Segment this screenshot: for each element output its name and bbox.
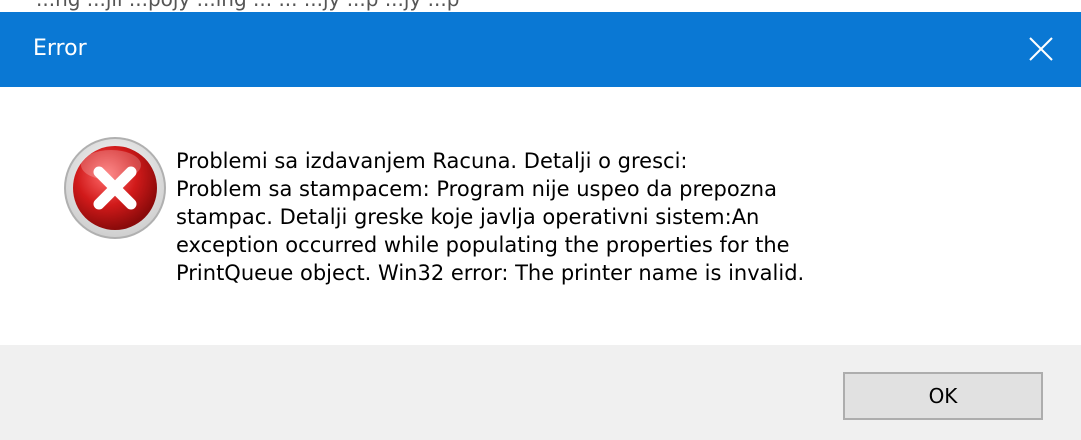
background-window-strip: ...ng ...jil ...pojy ...lng ... ... ...j… xyxy=(0,0,1081,12)
background-window-text: ...ng ...jil ...pojy ...lng ... ... ...j… xyxy=(36,0,459,11)
close-icon xyxy=(1029,37,1053,61)
message-line: Problemi sa izdavanjem Racuna. Detalji o… xyxy=(176,149,688,173)
message-line: Problem sa stampacem: Program nije uspeo… xyxy=(176,177,777,201)
dialog-titlebar[interactable]: Error xyxy=(0,12,1081,87)
screen: ...ng ...jil ...pojy ...lng ... ... ...j… xyxy=(0,0,1081,440)
dialog-footer: OK xyxy=(0,345,1081,440)
message-line: PrintQueue object. Win32 error: The prin… xyxy=(176,261,805,285)
ok-button[interactable]: OK xyxy=(843,372,1043,420)
error-icon xyxy=(64,137,166,239)
message-line: exception occurred while populating the … xyxy=(176,233,790,257)
message-line: stampac. Detalji greske koje javlja oper… xyxy=(176,205,760,229)
close-button[interactable] xyxy=(1014,24,1068,74)
dialog-content: Problemi sa izdavanjem Racuna. Detalji o… xyxy=(0,87,1081,344)
dialog-title: Error xyxy=(33,36,87,61)
error-message: Problemi sa izdavanjem Racuna. Detalji o… xyxy=(176,147,1056,287)
